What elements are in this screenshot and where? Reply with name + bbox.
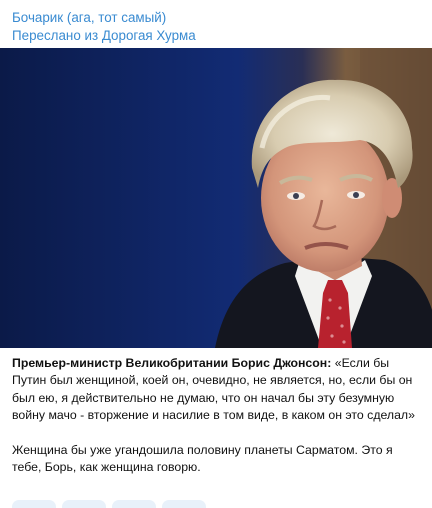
quote-paragraph: Премьер-министр Великобритании Борис Джо… (12, 355, 422, 425)
speaker-label: Премьер-министр Великобритании Борис Джо… (12, 356, 332, 370)
forwarded-from[interactable]: Переслано из Дорогая Хурма (12, 27, 196, 45)
reactions-row (12, 500, 206, 508)
photo-illustration (0, 48, 432, 348)
message-caption: Премьер-министр Великобритании Борис Джо… (12, 355, 422, 476)
reaction-chip[interactable] (62, 500, 106, 508)
message-bubble: Бочарик (ага, тот самый) Переслано из До… (0, 0, 432, 508)
channel-name[interactable]: Бочарик (ага, тот самый) (12, 9, 196, 27)
reaction-chip[interactable] (12, 500, 56, 508)
message-header: Бочарик (ага, тот самый) Переслано из До… (12, 9, 196, 45)
comment-text: Женщина бы уже угандошила половину плане… (12, 442, 393, 475)
reaction-chip[interactable] (112, 500, 156, 508)
reaction-chip[interactable] (162, 500, 206, 508)
message-photo[interactable] (0, 48, 432, 348)
